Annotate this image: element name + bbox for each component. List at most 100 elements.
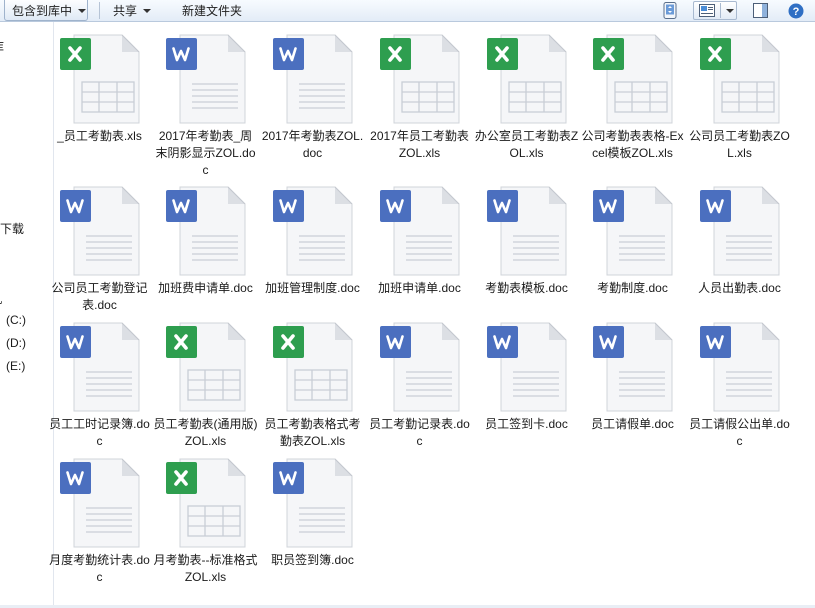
- file-name: 员工签到卡.doc: [485, 417, 568, 431]
- new-folder-button[interactable]: 新建文件夹: [182, 0, 242, 21]
- file-item[interactable]: 考勤表模板.doc: [473, 186, 580, 297]
- svg-text:?: ?: [793, 6, 800, 18]
- excel-file-icon: [59, 34, 140, 124]
- file-item[interactable]: 加班费申请单.doc: [152, 186, 259, 297]
- file-name: 公司考勤表表格-Excel模板ZOL.xls: [581, 129, 684, 160]
- word-file-icon: [59, 458, 140, 548]
- file-item[interactable]: 公司员工考勤登记表.doc: [46, 186, 153, 314]
- file-item[interactable]: 月考勤表--标准格式ZOL.xls: [152, 458, 259, 586]
- excel-file-icon: [165, 458, 246, 548]
- toolbar-separator: [99, 2, 100, 19]
- preview-pane-icon: [752, 3, 768, 18]
- excel-file-icon: [699, 34, 780, 124]
- word-file-icon: [379, 186, 460, 276]
- preview-pane-button[interactable]: [750, 1, 770, 20]
- file-name: 月度考勤统计表.doc: [49, 553, 150, 584]
- word-file-icon: [699, 186, 780, 276]
- file-item[interactable]: 公司考勤表表格-Excel模板ZOL.xls: [579, 34, 686, 162]
- word-file-icon: [165, 34, 246, 124]
- file-item[interactable]: 2017年考勤表ZOL.doc: [259, 34, 366, 162]
- file-item[interactable]: 员工签到卡.doc: [473, 322, 580, 433]
- file-name: 2017年员工考勤表ZOL.xls: [370, 129, 469, 160]
- word-file-icon: [165, 186, 246, 276]
- file-item[interactable]: 人员出勤表.doc: [686, 186, 793, 297]
- file-item[interactable]: 公司员工考勤表ZOL.xls: [686, 34, 793, 162]
- file-list: _员工考勤表.xls 2017年考勤表_周末阴影显示ZOL.doc 2017年考勤表…: [49, 22, 815, 608]
- file-name: 公司员工考勤登记表.doc: [51, 281, 148, 312]
- file-item[interactable]: 员工考勤表(通用版)ZOL.xls: [152, 322, 259, 450]
- file-name: 职员签到簿.doc: [271, 553, 354, 567]
- nav-item-drive-e[interactable]: (E:): [6, 359, 25, 373]
- file-name: 2017年考勤表_周末阴影显示ZOL.doc: [155, 129, 256, 177]
- excel-file-icon: [486, 34, 567, 124]
- chevron-down-icon: [78, 8, 87, 13]
- include-in-library-label: 包含到库中: [12, 3, 73, 18]
- divider: [720, 3, 721, 18]
- nav-item-drive-d[interactable]: (D:): [6, 336, 26, 350]
- change-view-button[interactable]: [693, 1, 737, 20]
- word-file-icon: [592, 322, 673, 412]
- word-file-icon: [59, 322, 140, 412]
- sync-button[interactable]: [660, 1, 680, 20]
- nav-item-libraries[interactable]: 库: [0, 38, 4, 55]
- include-in-library-button[interactable]: 包含到库中: [4, 0, 88, 21]
- file-name: 员工请假单.doc: [591, 417, 674, 431]
- word-file-icon: [592, 186, 673, 276]
- command-bar: 包含到库中 共享 新建文件夹 ?: [0, 0, 815, 22]
- help-icon: ?: [788, 3, 804, 18]
- file-item[interactable]: 员工请假单.doc: [579, 322, 686, 433]
- new-folder-label: 新建文件夹: [182, 4, 243, 18]
- word-file-icon: [486, 186, 567, 276]
- nav-item-computer[interactable]: 机: [0, 290, 2, 307]
- word-file-icon: [272, 186, 353, 276]
- phone-sync-icon: [663, 2, 677, 19]
- word-file-icon: [379, 322, 460, 412]
- file-name: 员工请假公出单.doc: [689, 417, 790, 448]
- excel-file-icon: [272, 322, 353, 412]
- file-item[interactable]: 员工请假公出单.doc: [686, 322, 793, 450]
- file-item[interactable]: 月度考勤统计表.doc: [46, 458, 153, 586]
- excel-file-icon: [379, 34, 460, 124]
- help-button[interactable]: ?: [786, 1, 806, 20]
- file-item[interactable]: _员工考勤表.xls: [46, 34, 153, 145]
- file-name: 员工考勤表(通用版)ZOL.xls: [153, 417, 258, 448]
- file-name: 加班管理制度.doc: [265, 281, 360, 295]
- word-file-icon: [59, 186, 140, 276]
- file-name: 员工工时记录簿.doc: [49, 417, 150, 448]
- word-file-icon: [272, 458, 353, 548]
- chevron-down-icon: [726, 9, 734, 13]
- file-item[interactable]: 2017年考勤表_周末阴影显示ZOL.doc: [152, 34, 259, 179]
- chevron-down-icon: [143, 9, 152, 13]
- file-name: 考勤制度.doc: [597, 281, 668, 295]
- excel-file-icon: [165, 322, 246, 412]
- word-file-icon: [486, 322, 567, 412]
- file-item[interactable]: 员工考勤表格式考勤表ZOL.xls: [259, 322, 366, 450]
- file-item[interactable]: 员工工时记录簿.doc: [46, 322, 153, 450]
- file-item[interactable]: 2017年员工考勤表ZOL.xls: [366, 34, 473, 162]
- nav-item-downloads[interactable]: 下载: [0, 220, 24, 237]
- file-item[interactable]: 加班管理制度.doc: [259, 186, 366, 297]
- file-name: 加班申请单.doc: [378, 281, 461, 295]
- file-name: _员工考勤表.xls: [57, 129, 142, 143]
- file-name: 人员出勤表.doc: [698, 281, 781, 295]
- word-file-icon: [272, 34, 353, 124]
- file-name: 员工考勤表格式考勤表ZOL.xls: [264, 417, 361, 448]
- file-item[interactable]: 考勤制度.doc: [579, 186, 686, 297]
- nav-item-drive-c[interactable]: (C:): [6, 313, 26, 327]
- file-name: 加班费申请单.doc: [158, 281, 253, 295]
- file-name: 办公室员工考勤表ZOL.xls: [474, 129, 579, 160]
- file-name: 月考勤表--标准格式ZOL.xls: [153, 553, 258, 584]
- file-name: 员工考勤记录表.doc: [369, 417, 470, 448]
- excel-file-icon: [592, 34, 673, 124]
- share-label: 共享: [113, 4, 138, 18]
- file-name: 考勤表模板.doc: [485, 281, 568, 295]
- share-button[interactable]: 共享: [113, 0, 152, 21]
- view-icon: [699, 4, 715, 17]
- file-item[interactable]: 职员签到簿.doc: [259, 458, 366, 569]
- word-file-icon: [699, 322, 780, 412]
- file-item[interactable]: 加班申请单.doc: [366, 186, 473, 297]
- file-name: 公司员工考勤表ZOL.xls: [689, 129, 790, 160]
- file-item[interactable]: 员工考勤记录表.doc: [366, 322, 473, 450]
- file-name: 2017年考勤表ZOL.doc: [261, 129, 364, 160]
- file-item[interactable]: 办公室员工考勤表ZOL.xls: [473, 34, 580, 162]
